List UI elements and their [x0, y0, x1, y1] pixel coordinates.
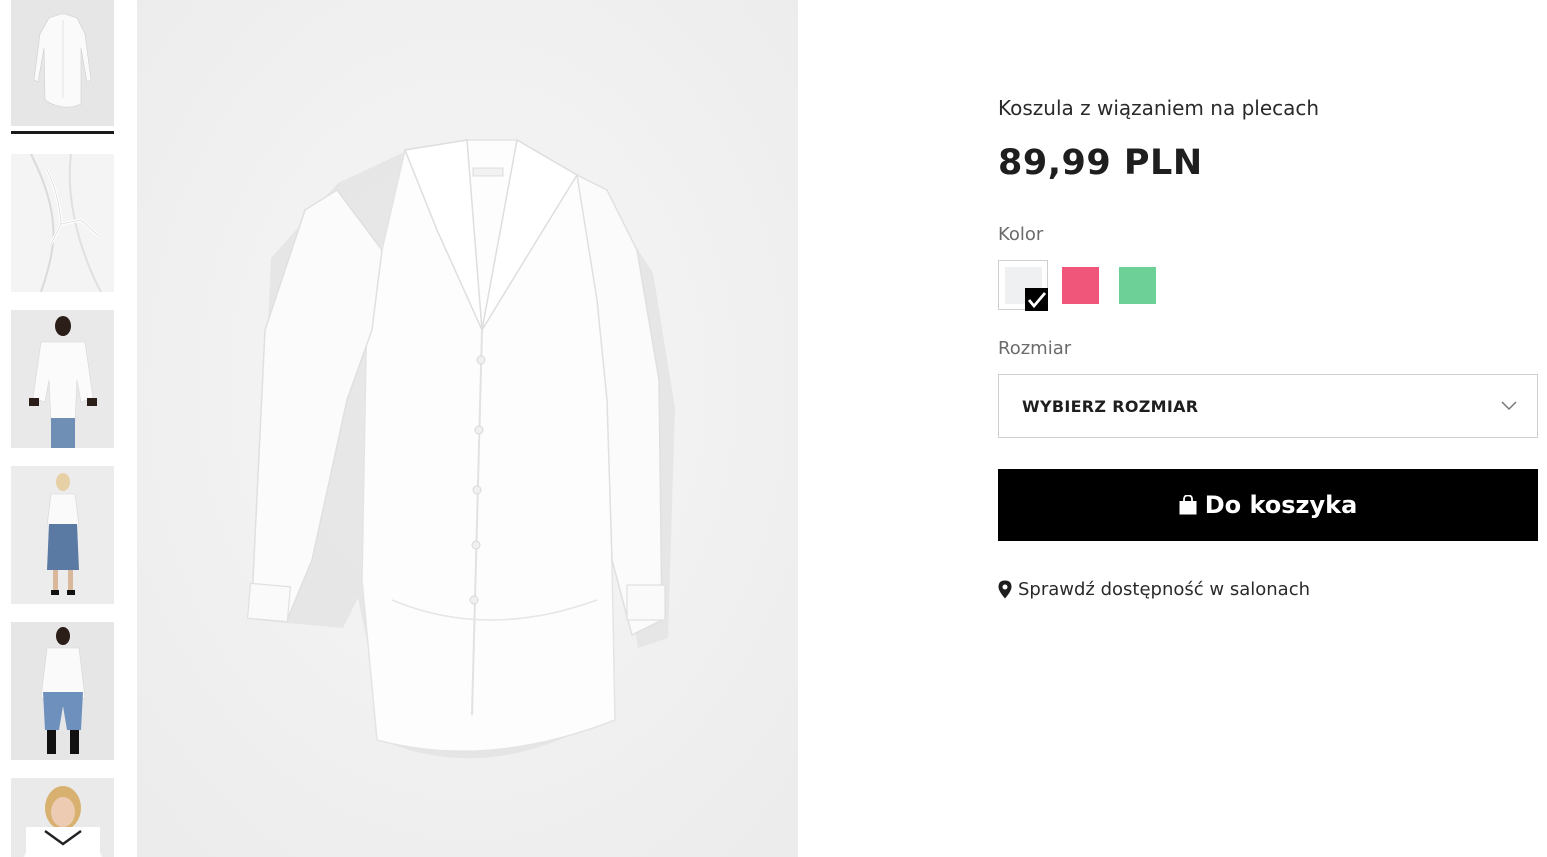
size-label: Rozmiar — [998, 338, 1072, 359]
product-page: Koszula z wiązaniem na plecach 89,99 PLN… — [0, 0, 1547, 857]
thumbnail-model-culottes[interactable] — [11, 622, 114, 760]
thumbnail-shirt-back-tie-detail[interactable] — [11, 154, 114, 292]
chevron-down-icon — [1501, 401, 1517, 411]
size-select-value: WYBIERZ ROZMIAR — [1022, 397, 1199, 416]
store-availability-link[interactable]: Sprawdź dostępność w salonach — [998, 579, 1310, 600]
size-select[interactable]: WYBIERZ ROZMIAR — [998, 374, 1538, 438]
color-swatch-green[interactable] — [1119, 267, 1156, 304]
main-product-image[interactable] — [137, 0, 798, 857]
shopping-bag-icon — [1179, 495, 1197, 515]
chevron-down-icon — [44, 829, 82, 846]
color-swatch-white-wrapper — [998, 260, 1048, 311]
thumbnail-model-front[interactable] — [11, 310, 114, 448]
product-title: Koszula z wiązaniem na plecach — [998, 96, 1320, 120]
add-to-cart-button[interactable]: Do koszyka — [998, 469, 1538, 541]
selected-check-icon — [1025, 288, 1048, 311]
thumbnail-shirt-flat-front[interactable] — [11, 0, 114, 126]
thumbnail-model-denim-skirt[interactable] — [11, 466, 114, 604]
color-swatch-pink[interactable] — [1062, 267, 1099, 304]
map-pin-icon — [998, 580, 1012, 599]
thumbnail-rail — [11, 0, 114, 857]
thumbnail-next-button[interactable] — [26, 827, 100, 857]
store-availability-label: Sprawdź dostępność w salonach — [1018, 579, 1310, 600]
add-to-cart-label: Do koszyka — [1204, 491, 1358, 519]
shirt-illustration — [137, 0, 798, 857]
color-swatches — [998, 260, 1198, 312]
thumbnail-active-indicator — [11, 131, 114, 134]
color-label: Kolor — [998, 224, 1044, 245]
product-price: 89,99 PLN — [998, 143, 1203, 183]
